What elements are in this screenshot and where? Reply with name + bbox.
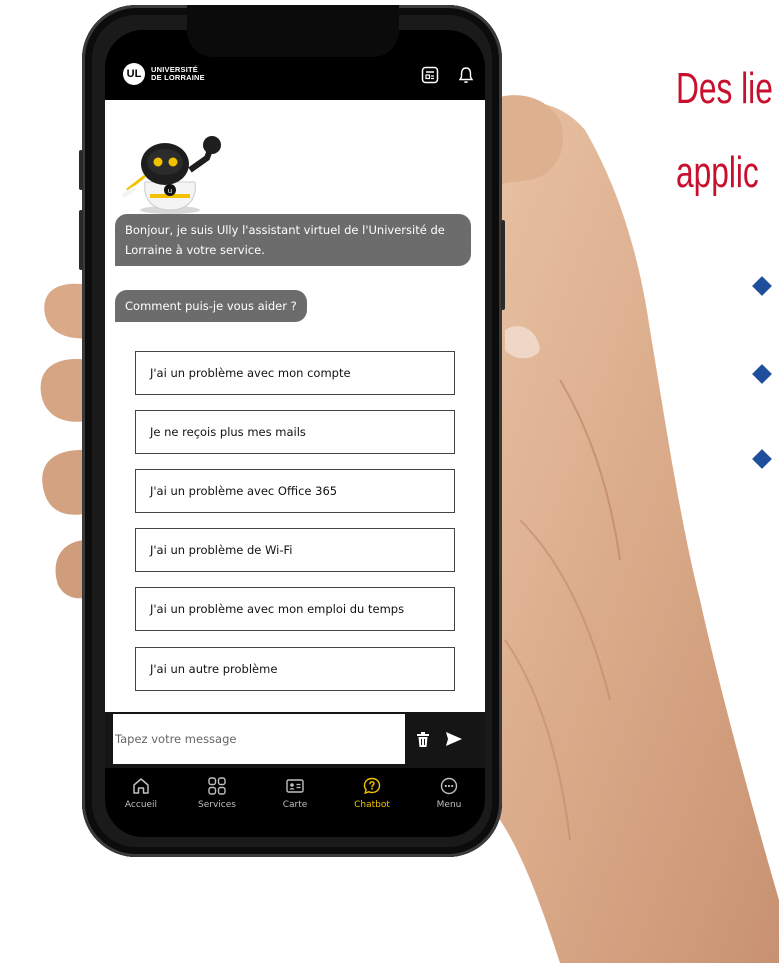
- power-button: [501, 220, 505, 310]
- quick-reply-option[interactable]: J'ai un problème de Wi-Fi: [135, 528, 455, 572]
- send-icon[interactable]: [445, 731, 463, 747]
- quick-reply-option[interactable]: Je ne reçois plus mes mails: [135, 410, 455, 454]
- logo-line-2: DE LORRAINE: [151, 73, 205, 82]
- message-input[interactable]: [113, 714, 405, 764]
- tab-label: Services: [198, 800, 236, 810]
- quick-reply-option[interactable]: J'ai un problème avec mon compte: [135, 351, 455, 395]
- volume-button: [79, 210, 83, 270]
- bot-message-bubble: Comment puis-je vous aider ?: [115, 290, 307, 322]
- more-icon: [440, 777, 458, 795]
- quick-reply-option[interactable]: J'ai un autre problème: [135, 647, 455, 691]
- news-icon[interactable]: [421, 66, 439, 84]
- phone-screen: UL UNIVERSITÉ DE LORRAINE u Bonjour, je …: [105, 30, 485, 837]
- volume-button: [79, 150, 83, 190]
- bell-icon[interactable]: [457, 66, 475, 84]
- tab-label: Carte: [282, 800, 308, 810]
- tab-label: Accueil: [124, 800, 158, 810]
- tab-services[interactable]: Services: [182, 776, 252, 810]
- tab-chatbot[interactable]: Chatbot: [337, 776, 407, 810]
- grid-icon: [208, 777, 226, 795]
- university-logo: UL UNIVERSITÉ DE LORRAINE: [123, 63, 205, 85]
- chat-help-icon: [363, 777, 381, 795]
- svg-text:u: u: [168, 187, 172, 195]
- tab-label: Chatbot: [354, 800, 390, 810]
- trash-icon[interactable]: [416, 732, 430, 748]
- home-icon: [133, 778, 149, 794]
- tab-menu[interactable]: Menu: [414, 776, 484, 810]
- tab-accueil[interactable]: Accueil: [106, 776, 176, 810]
- bottom-tab-bar: Accueil Services Carte Chatbot Menu: [105, 768, 485, 837]
- message-input-bar: [105, 712, 485, 768]
- phone-notch: [187, 5, 399, 57]
- tab-carte[interactable]: Carte: [260, 776, 330, 810]
- quick-reply-option[interactable]: J'ai un problème avec Office 365: [135, 469, 455, 513]
- bot-message-bubble: Bonjour, je suis Ully l'assistant virtue…: [115, 214, 471, 266]
- quick-reply-option[interactable]: J'ai un problème avec mon emploi du temp…: [135, 587, 455, 631]
- ully-robot-mascot: u: [121, 136, 221, 214]
- id-card-icon: [286, 779, 304, 793]
- tab-label: Menu: [436, 800, 462, 810]
- chat-area: u Bonjour, je suis Ully l'assistant virt…: [105, 100, 485, 712]
- logo-mark: UL: [123, 63, 145, 85]
